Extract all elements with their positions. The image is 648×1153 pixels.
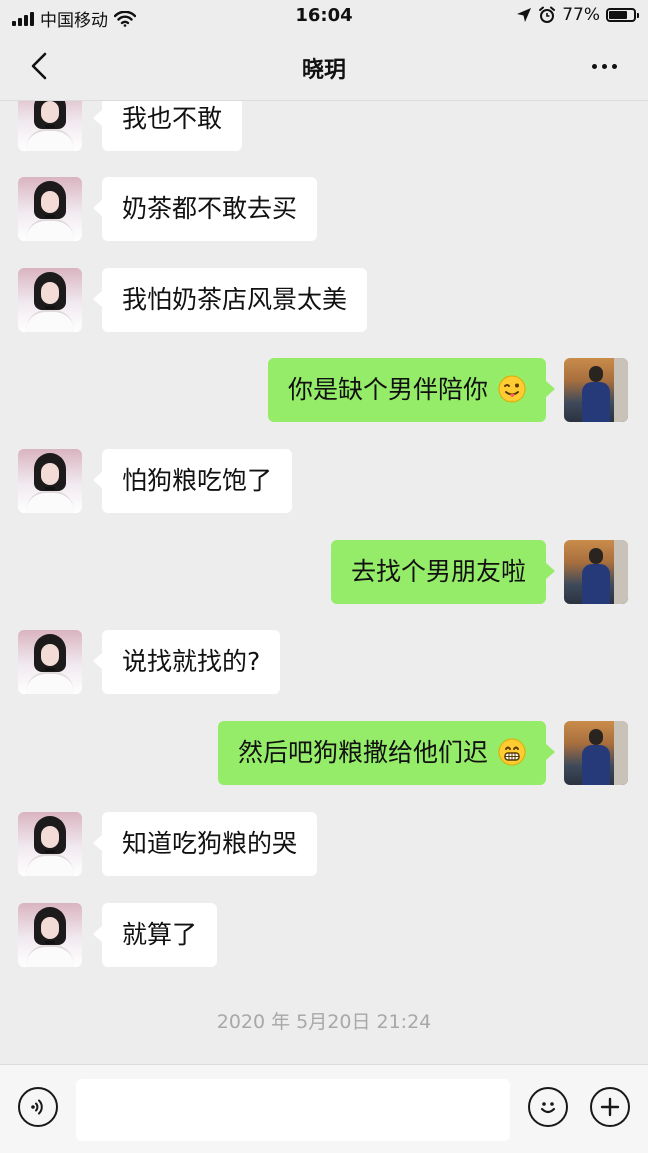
contact-avatar[interactable] xyxy=(18,812,82,876)
message-bubble[interactable]: 然后吧狗粮撒给他们迟 xyxy=(218,721,555,785)
battery-percent: 77% xyxy=(562,5,600,25)
message-bubble[interactable]: 奶茶都不敢去买 xyxy=(92,177,318,241)
message-row: 怕狗粮吃饱了 xyxy=(0,449,648,513)
chat-area[interactable]: 我也不敢 奶茶都不敢去买 我怕奶茶店风景太美 你是缺个男伴陪你 怕狗粮吃饱了 去… xyxy=(0,101,648,1063)
grinning-emoji xyxy=(498,738,526,766)
contact-avatar[interactable] xyxy=(18,177,82,241)
status-right: 77% xyxy=(516,5,639,25)
self-avatar[interactable] xyxy=(564,358,628,422)
message-row: 我怕奶茶店风景太美 xyxy=(0,268,648,332)
message-bubble[interactable]: 你是缺个男伴陪你 xyxy=(268,358,555,422)
message-text: 然后吧狗粮撒给他们迟 xyxy=(238,738,489,767)
message-row: 说找就找的? xyxy=(0,630,648,694)
nav-bar: 晓玥 xyxy=(0,34,648,101)
voice-button[interactable] xyxy=(18,1087,58,1127)
message-bubble[interactable]: 我怕奶茶店风景太美 xyxy=(92,268,368,332)
battery-icon xyxy=(606,8,639,22)
message-bubble[interactable]: 就算了 xyxy=(92,903,218,967)
emoji-button[interactable] xyxy=(528,1087,568,1127)
alarm-icon xyxy=(539,6,556,23)
more-button[interactable] xyxy=(584,51,624,81)
message-text: 你是缺个男伴陪你 xyxy=(288,375,489,404)
plus-icon xyxy=(600,1097,620,1117)
self-avatar[interactable] xyxy=(564,721,628,785)
location-icon xyxy=(517,8,532,22)
chat-title: 晓玥 xyxy=(301,58,346,83)
voice-icon xyxy=(31,1099,43,1115)
contact-avatar[interactable] xyxy=(18,101,82,151)
battery-fill xyxy=(609,11,628,19)
winking-tongue-emoji xyxy=(498,375,526,403)
message-input[interactable] xyxy=(76,1079,510,1141)
message-row: 奶茶都不敢去买 xyxy=(0,177,648,241)
message-row: 知道吃狗粮的哭 xyxy=(0,812,648,876)
chat-timestamp: 2020 年 5月20日 21:24 xyxy=(216,1011,432,1033)
more-icon xyxy=(591,63,597,69)
emoji-icon xyxy=(540,1102,556,1114)
contact-avatar[interactable] xyxy=(18,903,82,967)
contact-avatar[interactable] xyxy=(18,630,82,694)
message-bubble[interactable]: 去找个男朋友啦 xyxy=(330,540,556,604)
message-row: 你是缺个男伴陪你 xyxy=(0,358,648,422)
message-bubble[interactable]: 说找就找的? xyxy=(92,630,281,694)
message-row: 然后吧狗粮撒给他们迟 xyxy=(0,721,648,785)
self-avatar[interactable] xyxy=(564,540,628,604)
message-bubble[interactable]: 知道吃狗粮的哭 xyxy=(92,812,318,876)
message-row: 去找个男朋友啦 xyxy=(0,540,648,604)
contact-avatar[interactable] xyxy=(18,449,82,513)
message-bubble[interactable]: 我也不敢 xyxy=(92,101,243,151)
message-bubble[interactable]: 怕狗粮吃饱了 xyxy=(92,449,293,513)
message-row: 就算了 xyxy=(0,903,648,967)
message-row: 我也不敢 xyxy=(0,101,648,151)
input-bar xyxy=(0,1064,648,1153)
contact-avatar[interactable] xyxy=(18,268,82,332)
status-bar: 中国移动 16:04 77% xyxy=(0,0,648,34)
plus-button[interactable] xyxy=(590,1087,630,1127)
